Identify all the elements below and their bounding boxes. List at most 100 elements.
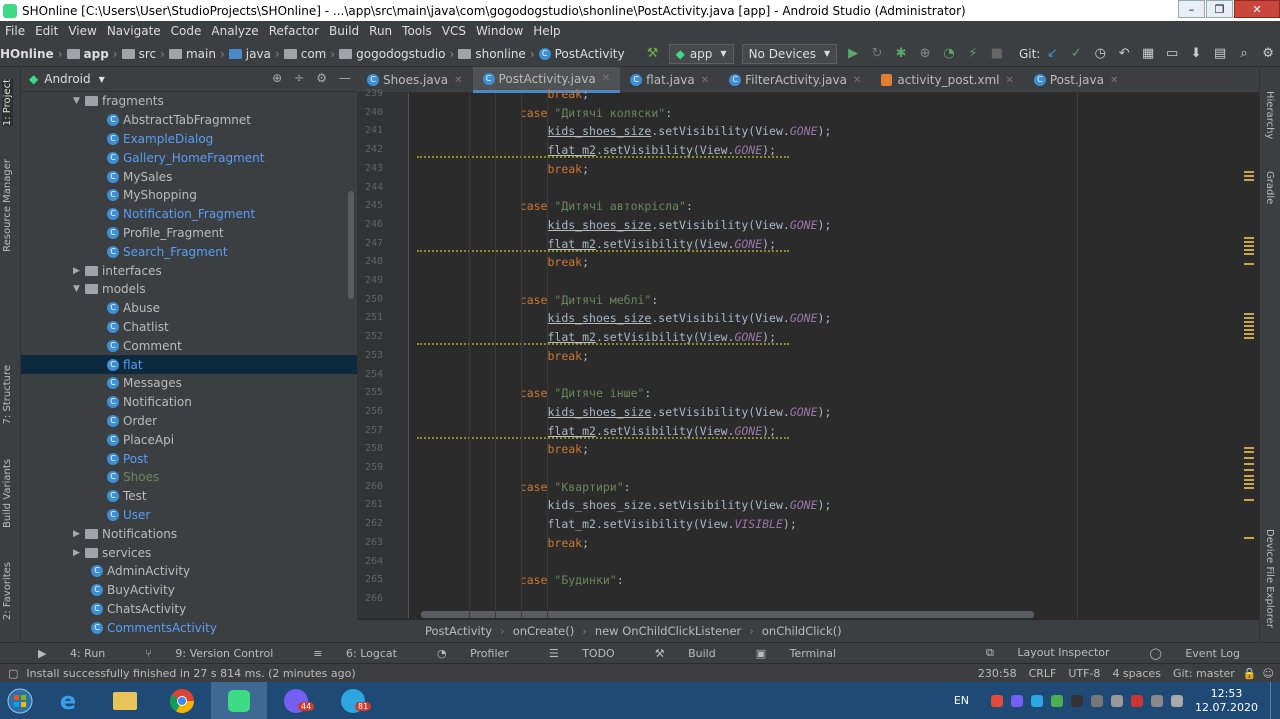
menu-build[interactable]: Build — [324, 24, 364, 38]
tab-structure[interactable]: 7: Structure — [2, 365, 13, 424]
nav-crumb-project[interactable]: HOnline › — [0, 47, 67, 61]
code-line[interactable] — [409, 272, 1259, 291]
error-stripe-mark[interactable] — [1244, 479, 1254, 481]
taskbar-viber[interactable]: 44 — [268, 682, 324, 719]
tree-class[interactable]: C AbstractTabFragmnet — [21, 111, 357, 130]
indent-setting[interactable]: 4 spaces — [1112, 667, 1161, 680]
nav-crumb-app[interactable]: app › — [66, 47, 122, 61]
taskbar-android-studio[interactable] — [211, 682, 267, 719]
tree-class[interactable]: C Post — [21, 449, 357, 468]
error-stripe-mark[interactable] — [1244, 457, 1254, 459]
tree-class[interactable]: C User — [21, 506, 357, 525]
tray-nvidia-icon[interactable] — [1071, 694, 1084, 707]
tool-build[interactable]: ⚒ Build — [645, 647, 726, 660]
code-line[interactable]: case "Дитяче інше": — [409, 384, 1259, 403]
tree-class[interactable]: C Test — [21, 487, 357, 506]
project-scrollbar[interactable] — [348, 191, 354, 299]
tool-terminal[interactable]: ▣ Terminal — [746, 647, 846, 660]
chevron-right-icon[interactable]: ▶ — [73, 548, 85, 558]
file-encoding[interactable]: UTF-8 — [1068, 667, 1100, 680]
breadcrumb-method[interactable]: onCreate() — [513, 624, 575, 638]
device-dropdown[interactable]: No Devices ▼ — [741, 43, 838, 64]
apply-changes-icon[interactable]: ⚡ — [963, 44, 983, 64]
collapse-all-icon[interactable]: ÷ — [294, 71, 304, 85]
error-stripe-mark[interactable] — [1244, 245, 1254, 247]
nav-crumb-java[interactable]: java › — [228, 47, 284, 61]
taskbar-ie[interactable]: e — [40, 682, 96, 719]
error-stripe-mark[interactable] — [1244, 337, 1254, 339]
close-tab-icon[interactable]: ✕ — [602, 73, 610, 84]
nav-crumb-main[interactable]: main › — [168, 47, 229, 61]
code-line[interactable]: flat_m2.setVisibility(View.GONE); — [409, 422, 1259, 441]
code-line[interactable] — [409, 366, 1259, 385]
tool-todo[interactable]: ☰ TODO — [539, 647, 625, 660]
taskbar-chrome[interactable] — [154, 682, 210, 719]
settings-icon[interactable]: ⚙ — [1258, 44, 1278, 64]
error-stripe-mark[interactable] — [1244, 313, 1254, 315]
tool-layout-inspector[interactable]: ⧉ Layout Inspector — [976, 646, 1120, 660]
maximize-button[interactable]: ❐ — [1206, 0, 1233, 18]
error-stripe-mark[interactable] — [1244, 475, 1254, 477]
tray-viber-icon[interactable] — [1011, 694, 1024, 707]
tree-folder[interactable]: ▶ services — [21, 543, 357, 562]
code-line[interactable] — [409, 590, 1259, 609]
code-line[interactable] — [409, 459, 1259, 478]
close-button[interactable]: ✕ — [1234, 0, 1280, 18]
search-icon[interactable]: ⌕ — [1234, 44, 1254, 64]
code-line[interactable] — [409, 179, 1259, 198]
code-line[interactable] — [409, 553, 1259, 572]
tray-network-icon[interactable] — [1091, 694, 1104, 707]
tool-logcat[interactable]: ≡ 6: Logcat — [303, 647, 407, 660]
error-stripe-mark[interactable] — [1244, 537, 1254, 539]
tool-event-log[interactable]: ◯ Event Log — [1140, 647, 1250, 660]
stop-icon[interactable]: ■ — [987, 44, 1007, 64]
clock[interactable]: 12:53 12.07.2020 — [1195, 687, 1258, 715]
tree-class[interactable]: C Comment — [21, 336, 357, 355]
hide-icon[interactable]: — — [339, 71, 351, 85]
tray-flag-icon[interactable] — [1131, 694, 1144, 707]
tab-favorites[interactable]: 2: Favorites — [2, 562, 13, 620]
tray-app-icon[interactable] — [991, 694, 1004, 707]
menu-refactor[interactable]: Refactor — [264, 24, 324, 38]
menu-run[interactable]: Run — [364, 24, 397, 38]
close-tab-icon[interactable]: ✕ — [1110, 75, 1118, 86]
tree-class[interactable]: C Search_Fragment — [21, 242, 357, 261]
code-line[interactable]: case "Будинки": — [409, 571, 1259, 590]
close-tab-icon[interactable]: ✕ — [1005, 75, 1013, 86]
code-line[interactable]: kids_shoes_size.setVisibility(View.GONE)… — [409, 309, 1259, 328]
chevron-right-icon[interactable]: ▶ — [73, 529, 85, 539]
code-line[interactable]: flat_m2.setVisibility(View.GONE); — [409, 235, 1259, 254]
code-line[interactable]: break; — [409, 440, 1259, 459]
tree-folder[interactable]: ▼ fragments — [21, 92, 357, 111]
locate-icon[interactable]: ⊕ — [272, 71, 282, 85]
code-line[interactable]: case "Дитячі коляски": — [409, 104, 1259, 123]
tray-whatsapp-icon[interactable] — [1051, 694, 1064, 707]
error-stripe-mark[interactable] — [1244, 451, 1254, 453]
code-line[interactable]: kids_shoes_size.setVisibility(View.GONE)… — [409, 122, 1259, 141]
tree-class[interactable]: C Gallery_HomeFragment — [21, 148, 357, 167]
error-stripe-mark[interactable] — [1244, 317, 1254, 319]
code-line[interactable]: kids_shoes_size.setVisibility(View.GONE)… — [409, 216, 1259, 235]
tray-volume-icon[interactable] — [1171, 694, 1184, 707]
show-desktop-button[interactable] — [1270, 682, 1280, 719]
error-stripe-mark[interactable] — [1244, 237, 1254, 239]
taskbar-explorer[interactable] — [97, 682, 153, 719]
tree-class[interactable]: C CommentsActivity — [21, 618, 357, 637]
history-icon[interactable]: ◷ — [1090, 44, 1110, 64]
error-stripe-mark[interactable] — [1244, 325, 1254, 327]
error-stripe-mark[interactable] — [1244, 263, 1254, 265]
tree-class[interactable]: C Notification — [21, 393, 357, 412]
layout-icon[interactable]: ▤ — [1210, 44, 1230, 64]
tree-class[interactable]: C Profile_Fragment — [21, 224, 357, 243]
tray-keyboard-icon[interactable] — [1111, 694, 1124, 707]
gear-icon[interactable]: ⚙ — [316, 71, 327, 85]
menu-analyze[interactable]: Analyze — [206, 24, 263, 38]
error-stripe-mark[interactable] — [1244, 175, 1254, 177]
tree-folder[interactable]: ▶ interfaces — [21, 261, 357, 280]
tray-power-icon[interactable] — [1151, 694, 1164, 707]
language-indicator[interactable]: EN — [954, 694, 969, 707]
tab-hierarchy[interactable]: Hierarchy — [1264, 91, 1275, 139]
attach-debugger-icon[interactable]: ⊕ — [915, 44, 935, 64]
nav-crumb-src[interactable]: src › — [121, 47, 169, 61]
code-line[interactable]: kids_shoes_size.setVisibility(View.GONE)… — [409, 403, 1259, 422]
